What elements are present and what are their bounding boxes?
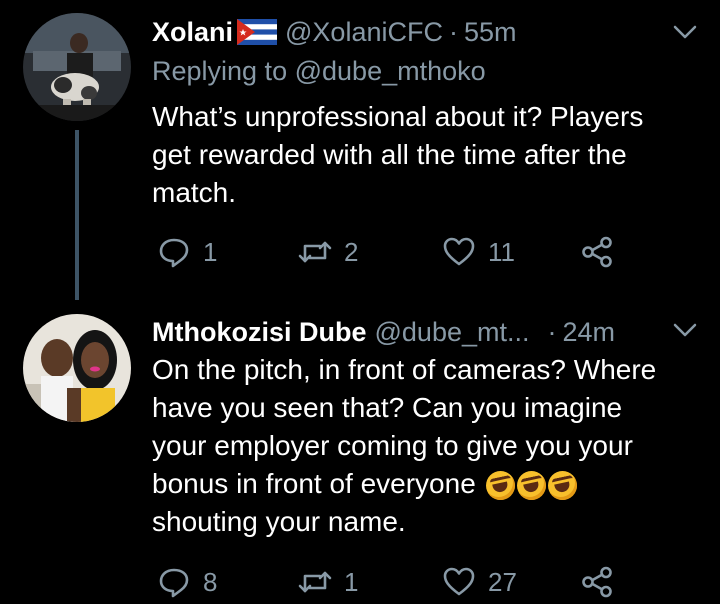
retweet-icon bbox=[298, 241, 332, 263]
avatar[interactable] bbox=[23, 314, 131, 422]
heart-icon bbox=[443, 237, 475, 266]
reply-icon bbox=[159, 568, 189, 598]
chevron-down-icon[interactable] bbox=[672, 320, 698, 340]
thread-line bbox=[75, 130, 79, 300]
timestamp[interactable]: 24m bbox=[563, 317, 616, 348]
tweet-text-main: On the pitch, in front of cameras? Where… bbox=[152, 354, 657, 499]
reply-icon bbox=[159, 238, 189, 268]
reply-count: 1 bbox=[203, 236, 218, 267]
action-bar: 1 2 11 bbox=[152, 232, 672, 272]
tweet-header: Xolani @XolaniCFC · 55m bbox=[152, 13, 680, 51]
tweet-text: On the pitch, in front of cameras? Where… bbox=[152, 351, 690, 541]
user-handle[interactable]: @XolaniCFC bbox=[285, 17, 443, 48]
action-bar: 8 1 27 bbox=[152, 562, 672, 602]
replying-to: Replying to @dube_mthoko bbox=[152, 56, 486, 87]
like-button[interactable]: 27 bbox=[442, 562, 517, 602]
tweet-header: Mthokozisi Dube @dube_mt... · 24m bbox=[152, 313, 680, 351]
share-button[interactable] bbox=[580, 232, 614, 272]
timestamp[interactable]: 55m bbox=[464, 17, 517, 48]
cuba-flag-icon bbox=[237, 19, 278, 45]
share-button[interactable] bbox=[580, 562, 614, 602]
display-name[interactable]: Xolani bbox=[152, 17, 233, 48]
share-icon bbox=[582, 236, 612, 268]
reply-button[interactable]: 1 bbox=[157, 232, 217, 272]
tweet-text: What’s unprofessional about it? Players … bbox=[152, 101, 644, 208]
retweet-icon bbox=[298, 571, 332, 593]
retweet-count: 2 bbox=[344, 236, 359, 267]
rolling-on-the-floor-laughing-emoji bbox=[516, 471, 546, 501]
separator-dot: · bbox=[448, 16, 458, 47]
avatar[interactable] bbox=[23, 13, 131, 121]
rolling-on-the-floor-laughing-emoji bbox=[485, 471, 515, 501]
user-handle[interactable]: @dube_mt... bbox=[375, 317, 530, 348]
reply-count: 8 bbox=[203, 566, 218, 597]
share-icon bbox=[582, 566, 612, 598]
replying-prefix: Replying to bbox=[152, 56, 288, 86]
separator-dot: · bbox=[547, 316, 557, 347]
retweet-button[interactable]: 2 bbox=[298, 232, 358, 272]
display-name[interactable]: Mthokozisi Dube bbox=[152, 317, 367, 348]
reply-button[interactable]: 8 bbox=[157, 562, 217, 602]
rolling-on-the-floor-laughing-emoji bbox=[547, 471, 577, 501]
like-count: 11 bbox=[488, 236, 515, 267]
like-count: 27 bbox=[488, 566, 517, 597]
retweet-count: 1 bbox=[344, 566, 359, 597]
heart-icon bbox=[443, 567, 475, 596]
replying-mention[interactable]: @dube_mthoko bbox=[295, 56, 486, 86]
tweet[interactable]: Mthokozisi Dube @dube_mt... · 24m On the… bbox=[0, 300, 720, 604]
like-button[interactable]: 11 bbox=[442, 232, 515, 272]
tweet-text-end: shouting your name. bbox=[152, 506, 406, 537]
retweet-button[interactable]: 1 bbox=[298, 562, 358, 602]
tweet[interactable]: Xolani @XolaniCFC · 55m Replying to @dub… bbox=[0, 0, 720, 300]
chevron-down-icon[interactable] bbox=[672, 22, 698, 42]
